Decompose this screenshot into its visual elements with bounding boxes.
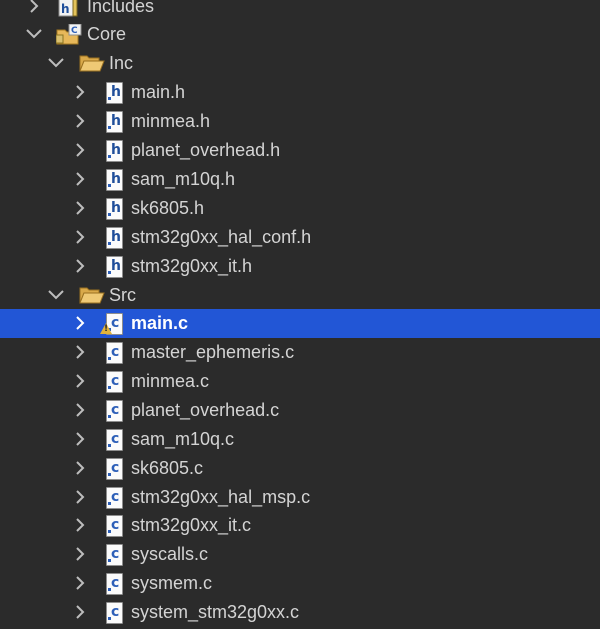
- header-file-icon: h: [104, 227, 124, 249]
- header-file-icon: h: [104, 82, 124, 104]
- chevron-right-icon[interactable]: [74, 78, 90, 107]
- tree-item-file[interactable]: c sk6805.c: [0, 454, 600, 483]
- header-file-icon: h: [104, 198, 124, 220]
- tree-item-file[interactable]: c sysmem.c: [0, 569, 600, 598]
- tree-item-label: master_ephemeris.c: [131, 342, 295, 362]
- tree-item-label: system_stm32g0xx.c: [131, 602, 300, 622]
- header-file-icon: h: [104, 111, 124, 133]
- source-file-icon: c: [104, 602, 124, 624]
- chevron-right-icon[interactable]: [74, 194, 90, 223]
- tree-item-file[interactable]: c minmea.c: [0, 367, 600, 396]
- chevron-right-icon[interactable]: [74, 223, 90, 252]
- chevron-right-icon[interactable]: [74, 252, 90, 281]
- tree-item-label: minmea.h: [131, 111, 211, 131]
- chevron-right-icon[interactable]: [74, 598, 90, 627]
- tree-item-label: planet_overhead.h: [131, 140, 281, 160]
- header-file-icon: h: [104, 140, 124, 162]
- tree-item-label: sk6805.c: [131, 458, 204, 478]
- chevron-right-icon[interactable]: [74, 338, 90, 367]
- tree-item-label: Inc: [109, 53, 134, 73]
- tree-item-core[interactable]: C Core: [0, 20, 600, 49]
- source-file-icon: c: [104, 342, 124, 364]
- tree-item-file[interactable]: h minmea.h: [0, 107, 600, 136]
- tree-item-file[interactable]: c system_stm32g0xx.c: [0, 598, 600, 627]
- tree-item-label: planet_overhead.c: [131, 400, 280, 420]
- tree-item-label: stm32g0xx_it.h: [131, 256, 253, 276]
- svg-text:h: h: [61, 2, 70, 16]
- source-file-icon: c: [104, 400, 124, 422]
- project-explorer-tree: h Includes C Core Inc h main.h h minmea.…: [0, 0, 600, 629]
- tree-item-file[interactable]: c stm32g0xx_it.c: [0, 511, 600, 540]
- tree-item-file[interactable]: h planet_overhead.h: [0, 136, 600, 165]
- tree-item-label: stm32g0xx_hal_msp.c: [131, 487, 311, 507]
- header-file-icon: h: [104, 256, 124, 278]
- tree-item-inc[interactable]: Inc: [0, 49, 600, 78]
- includes-library-icon: h: [58, 0, 78, 18]
- folder-open-icon: [79, 285, 105, 307]
- source-file-icon: c: [104, 515, 124, 537]
- tree-item-file[interactable]: h main.h: [0, 78, 600, 107]
- source-file-icon: c: [104, 544, 124, 566]
- chevron-down-icon[interactable]: [26, 20, 42, 49]
- chevron-right-icon[interactable]: [74, 367, 90, 396]
- source-file-icon: c: [104, 487, 124, 509]
- tree-item-label: stm32g0xx_it.c: [131, 515, 252, 535]
- chevron-right-icon[interactable]: [28, 0, 44, 21]
- source-file-icon: c: [104, 429, 124, 451]
- chevron-right-icon[interactable]: [74, 454, 90, 483]
- tree-item-file[interactable]: h stm32g0xx_it.h: [0, 252, 600, 281]
- tree-item-label: syscalls.c: [131, 544, 209, 564]
- tree-item-label: sam_m10q.h: [131, 169, 236, 189]
- tree-item-file[interactable]: h stm32g0xx_hal_conf.h: [0, 223, 600, 252]
- tree-item-label: main.h: [131, 82, 186, 102]
- project-folder-icon: C: [55, 23, 84, 46]
- chevron-right-icon[interactable]: [74, 107, 90, 136]
- tree-item-file[interactable]: h sam_m10q.h: [0, 165, 600, 194]
- tree-item-file[interactable]: c planet_overhead.c: [0, 396, 600, 425]
- chevron-right-icon[interactable]: [74, 165, 90, 194]
- tree-item-file[interactable]: h sk6805.h: [0, 194, 600, 223]
- source-file-icon: c: [100, 313, 124, 335]
- tree-item-label: minmea.c: [131, 371, 210, 391]
- tree-item-file-selected[interactable]: c main.c: [0, 309, 600, 338]
- tree-item-label: sam_m10q.c: [131, 429, 235, 449]
- chevron-down-icon[interactable]: [48, 281, 64, 310]
- tree-item-label: stm32g0xx_hal_conf.h: [131, 227, 312, 247]
- tree-item-includes[interactable]: h Includes: [0, 0, 600, 21]
- chevron-right-icon[interactable]: [74, 425, 90, 454]
- svg-text:C: C: [71, 26, 78, 36]
- tree-item-file[interactable]: c sam_m10q.c: [0, 425, 600, 454]
- source-file-icon: c: [104, 458, 124, 480]
- tree-item-label: main.c: [131, 313, 189, 333]
- chevron-right-icon[interactable]: [74, 540, 90, 569]
- tree-item-label: sk6805.h: [131, 198, 205, 218]
- tree-item-label: sysmem.c: [131, 573, 212, 593]
- tree-item-label: Includes: [87, 0, 155, 16]
- tree-item-file[interactable]: c stm32g0xx_hal_msp.c: [0, 483, 600, 512]
- chevron-right-icon[interactable]: [74, 569, 90, 598]
- tree-item-file[interactable]: c master_ephemeris.c: [0, 338, 600, 367]
- source-file-icon: c: [104, 371, 124, 393]
- chevron-right-icon[interactable]: [74, 483, 90, 512]
- chevron-right-icon[interactable]: [74, 396, 90, 425]
- chevron-right-icon[interactable]: [74, 511, 90, 540]
- tree-item-src[interactable]: Src: [0, 281, 600, 310]
- tree-item-label: Src: [109, 285, 136, 305]
- source-file-icon: c: [104, 573, 124, 595]
- header-file-icon: h: [104, 169, 124, 191]
- chevron-right-icon[interactable]: [74, 136, 90, 165]
- warning-icon: [100, 323, 112, 334]
- tree-item-file[interactable]: c syscalls.c: [0, 540, 600, 569]
- folder-open-icon: [79, 53, 105, 75]
- chevron-down-icon[interactable]: [48, 49, 64, 78]
- tree-item-label: Core: [87, 24, 127, 44]
- chevron-right-icon[interactable]: [74, 309, 90, 338]
